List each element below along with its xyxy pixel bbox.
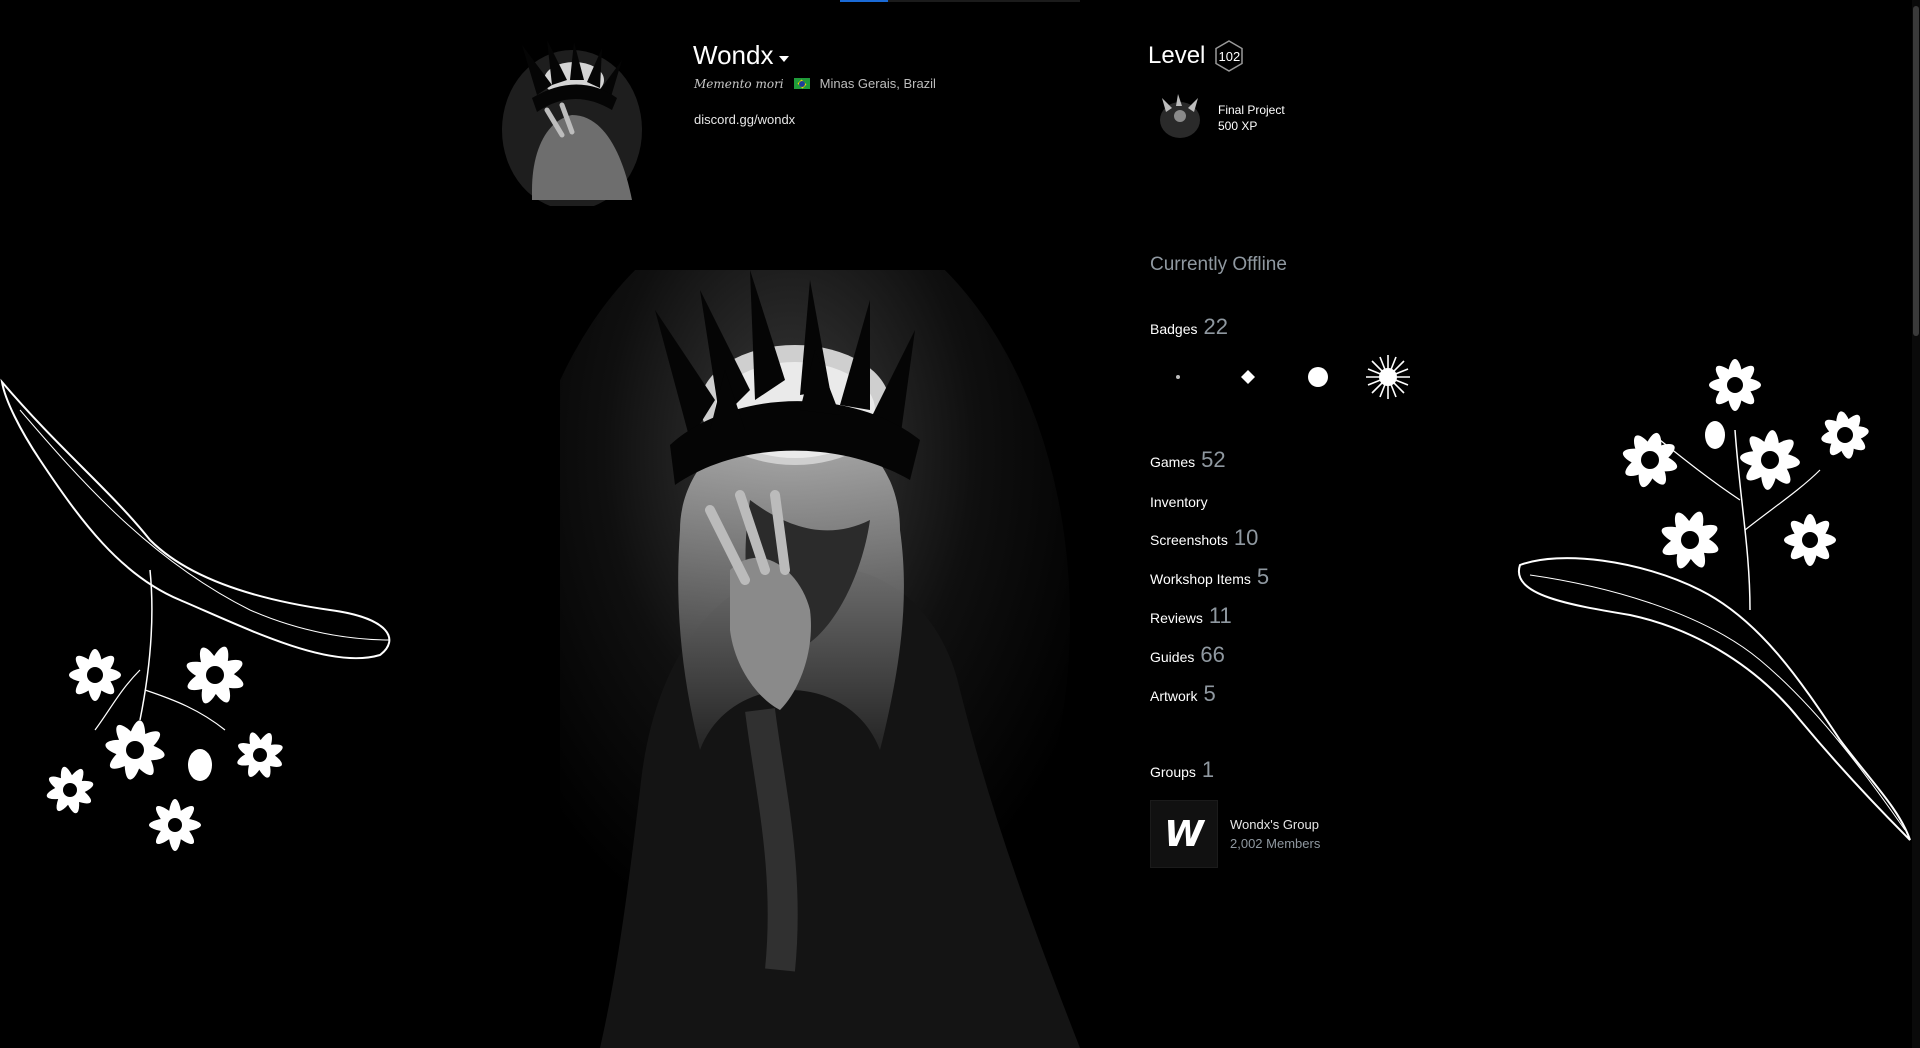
- profile-artwork-crowned-figure: [560, 270, 1080, 1048]
- stat-games-count: 52: [1201, 447, 1226, 472]
- stat-guides-count: 66: [1200, 642, 1225, 667]
- group-item[interactable]: W Wondx's Group 2,002 Members: [1150, 800, 1320, 868]
- badge-showcase: [1176, 355, 1410, 399]
- stat-screenshots[interactable]: Screenshots 10: [1150, 525, 1258, 551]
- persona-name: Wondx: [693, 40, 774, 70]
- stat-badges-label: Badges: [1150, 321, 1198, 337]
- stat-inventory[interactable]: Inventory: [1150, 494, 1208, 510]
- online-status: Currently Offline: [1150, 254, 1287, 275]
- stat-workshop-label: Workshop Items: [1150, 571, 1251, 587]
- stat-badges[interactable]: Badges 22: [1150, 314, 1228, 340]
- profile-level[interactable]: Level 102: [1148, 40, 1245, 72]
- stat-badges-count: 22: [1203, 314, 1228, 339]
- profile-avatar[interactable]: [492, 40, 658, 206]
- badge-star-icon[interactable]: [1366, 355, 1410, 399]
- final-project-badge-icon: [1152, 92, 1210, 144]
- stat-games-label: Games: [1150, 454, 1196, 470]
- level-value: 102: [1218, 48, 1241, 64]
- stat-artwork-count: 5: [1203, 681, 1216, 706]
- badge-dot-icon[interactable]: [1176, 375, 1180, 379]
- stat-artwork[interactable]: Artwork 5: [1150, 681, 1216, 707]
- brazil-flag-icon: [793, 78, 810, 89]
- profile-summary: discord.gg/wondx: [694, 112, 796, 127]
- profile-location: Minas Gerais, Brazil: [819, 76, 936, 91]
- stat-artwork-label: Artwork: [1150, 688, 1198, 704]
- level-hexagon-icon: 102: [1213, 40, 1245, 72]
- profile-page: Wondx Memento mori Minas Gerais, Brazil …: [0, 0, 1920, 1048]
- stat-guides-label: Guides: [1150, 649, 1195, 665]
- caret-down-icon[interactable]: [779, 55, 790, 62]
- top-tab-active[interactable]: [840, 0, 888, 2]
- stat-reviews-label: Reviews: [1150, 610, 1203, 626]
- scrollbar-thumb[interactable]: [1913, 6, 1919, 336]
- group-logo: W: [1150, 800, 1218, 868]
- stat-groups[interactable]: Groups 1: [1150, 757, 1214, 783]
- level-label: Level: [1148, 42, 1206, 69]
- page-scrollbar[interactable]: [1912, 0, 1920, 1048]
- stat-screenshots-label: Screenshots: [1150, 532, 1228, 548]
- profile-motto: Memento mori: [694, 76, 784, 91]
- stat-reviews-count: 11: [1208, 603, 1232, 628]
- badge-circle-icon[interactable]: [1308, 367, 1328, 387]
- top-tab-indicator: [840, 0, 1080, 2]
- stat-workshop[interactable]: Workshop Items 5: [1150, 564, 1269, 590]
- stat-workshop-count: 5: [1256, 564, 1270, 589]
- favorite-badge[interactable]: Final Project 500 XP: [1152, 92, 1285, 144]
- stat-groups-label: Groups: [1150, 764, 1196, 780]
- floral-decoration-right: [1517, 359, 1911, 841]
- profile-subline: Memento mori Minas Gerais, Brazil: [694, 76, 936, 91]
- stat-inventory-label: Inventory: [1150, 494, 1208, 510]
- stat-guides[interactable]: Guides 66: [1150, 642, 1225, 668]
- favorite-badge-name: Final Project: [1218, 103, 1285, 117]
- favorite-badge-xp: 500 XP: [1218, 119, 1258, 133]
- stat-screenshots-count: 10: [1233, 525, 1259, 550]
- group-name: Wondx's Group: [1230, 817, 1319, 832]
- stat-games[interactable]: Games 52: [1150, 447, 1226, 473]
- stat-reviews[interactable]: Reviews 11: [1150, 603, 1232, 629]
- stat-groups-count: 1: [1201, 757, 1215, 782]
- group-members: 2,002 Members: [1230, 836, 1321, 851]
- badge-diamond-icon[interactable]: [1241, 370, 1255, 384]
- floral-decoration-left: [0, 378, 391, 851]
- persona-name-dropdown[interactable]: Wondx: [693, 40, 790, 71]
